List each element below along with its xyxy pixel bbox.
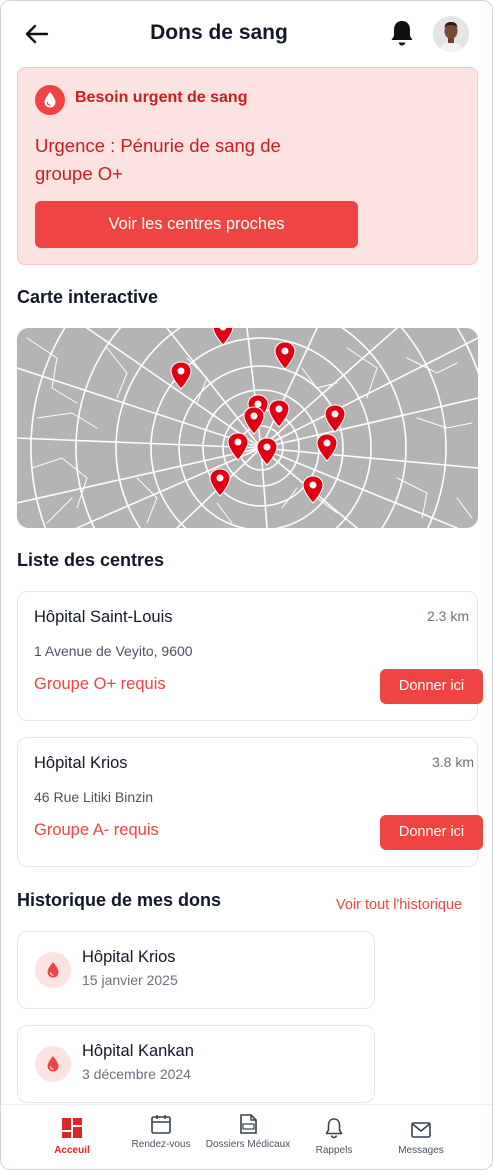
medical-file-icon — [240, 1114, 257, 1134]
bottom-navigation: Acceuil Rendez-vous Dossiers Médicaux Ra… — [1, 1104, 492, 1169]
nav-item-messages[interactable]: Messages — [377, 1105, 465, 1169]
top-bar: Dons de sang — [1, 1, 492, 67]
donate-here-button[interactable]: Donner ici — [380, 669, 483, 704]
bell-icon — [325, 1118, 343, 1139]
nav-item-medical-records[interactable]: Dossiers Médicaux — [204, 1105, 292, 1169]
nav-label-medical-records: Dossiers Médicaux — [205, 1139, 291, 1150]
map-streets — [17, 328, 478, 528]
user-portrait-icon — [433, 16, 469, 52]
bell-icon — [391, 21, 413, 46]
page-title: Dons de sang — [150, 21, 288, 44]
urgent-alert-card: Besoin urgent de sang Urgence : Pénurie … — [17, 67, 478, 265]
required-blood-group: Groupe O+ requis — [34, 675, 166, 693]
centers-section-title: Liste des centres — [17, 550, 165, 570]
interactive-map[interactable] — [17, 328, 478, 528]
history-date: 3 décembre 2024 — [82, 1066, 191, 1082]
blood-drop-icon — [35, 1046, 71, 1082]
history-hospital-name: Hôpital Kankan — [82, 1042, 194, 1060]
center-address: 46 Rue Litiki Binzin — [34, 789, 154, 805]
map-section-title: Carte interactive — [17, 287, 159, 307]
center-distance: 3.8 km — [432, 754, 475, 770]
nav-item-reminders[interactable]: Rappels — [290, 1105, 378, 1169]
donation-history-item[interactable]: Hôpital Kankan 3 décembre 2024 — [17, 1025, 375, 1103]
center-distance: 2.3 km — [427, 608, 470, 624]
alert-title: Besoin urgent de sang — [75, 89, 248, 106]
nav-label-reminders: Rappels — [315, 1145, 353, 1156]
nav-label-appointments: Rendez-vous — [131, 1139, 191, 1150]
envelope-icon — [411, 1122, 431, 1138]
history-hospital-name: Hôpital Krios — [82, 948, 176, 966]
nearby-centers-button[interactable]: Voir les centres proches — [35, 201, 358, 248]
nav-label-messages: Messages — [398, 1145, 444, 1156]
avatar[interactable] — [433, 16, 469, 52]
center-name: Hôpital Saint-Louis — [34, 608, 173, 626]
calendar-icon — [151, 1115, 171, 1134]
alert-message: Urgence : Pénurie de sang de groupe O+ — [35, 135, 281, 184]
app-screen: Dons de sang Besoin urgent de sang Urgen… — [0, 0, 493, 1170]
nav-label-home: Acceuil — [54, 1145, 90, 1156]
home-grid-icon — [62, 1118, 82, 1138]
blood-drop-icon — [35, 85, 65, 115]
history-section-title: Historique de mes dons — [17, 890, 222, 910]
center-card[interactable]: Hôpital Krios 3.8 km 46 Rue Litiki Binzi… — [17, 737, 483, 867]
history-date: 15 janvier 2025 — [82, 972, 178, 988]
notifications-button[interactable] — [387, 18, 417, 48]
center-name: Hôpital Krios — [34, 754, 128, 772]
donation-history-item[interactable]: Hôpital Krios 15 janvier 2025 — [17, 931, 375, 1009]
blood-drop-icon — [35, 952, 71, 988]
donate-here-button[interactable]: Donner ici — [380, 815, 483, 850]
nav-item-appointments[interactable]: Rendez-vous — [117, 1105, 205, 1169]
nav-item-home[interactable]: Acceuil — [28, 1105, 116, 1169]
center-card[interactable]: Hôpital Saint-Louis 2.3 km 1 Avenue de V… — [17, 591, 483, 721]
view-all-history-link[interactable]: Voir tout l'historique — [336, 897, 462, 913]
required-blood-group: Groupe A- requis — [34, 821, 159, 839]
center-address: 1 Avenue de Veyito, 9600 — [34, 643, 193, 659]
